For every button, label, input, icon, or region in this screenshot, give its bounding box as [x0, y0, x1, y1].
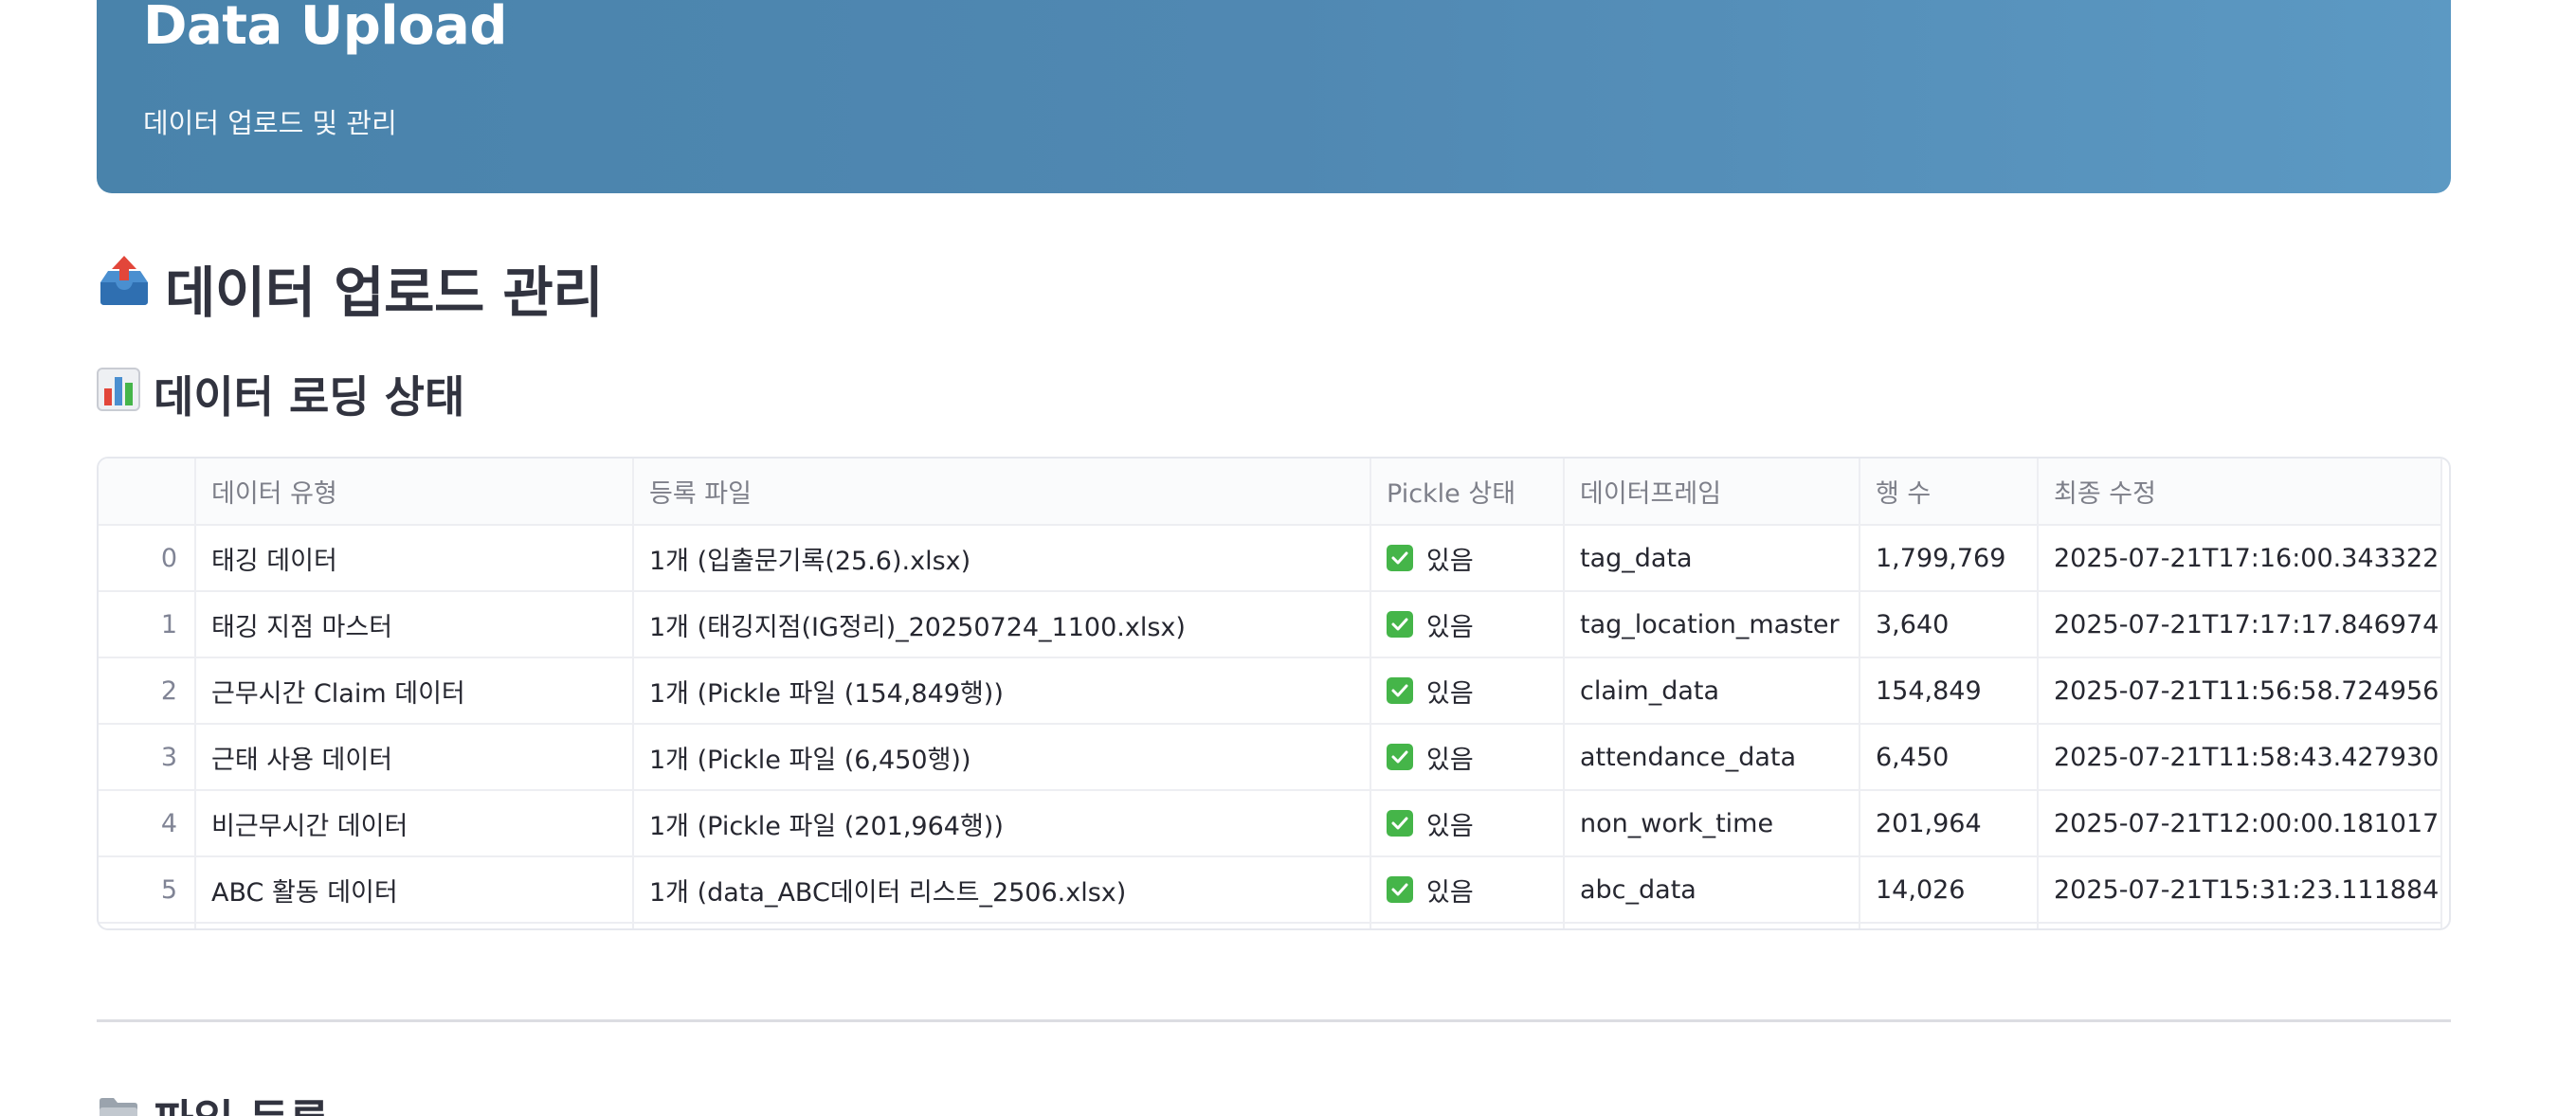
row-count-cell[interactable]: 3,640 — [1859, 591, 2039, 658]
pickle-status-label: 있음 — [1426, 877, 1474, 908]
table-row-partial — [99, 923, 2442, 928]
last-modified-cell[interactable]: 2025-07-21T11:58:43.427930 — [2038, 724, 2442, 791]
row-count-cell[interactable]: 201,964 — [1859, 790, 2039, 857]
pickle-status-label: 있음 — [1426, 612, 1474, 642]
section-divider — [97, 1019, 2451, 1022]
table-header-row: 데이터 유형 등록 파일 Pickle 상태 데이터프레임 행 수 최종 수정 — [99, 459, 2442, 526]
registered-file-cell[interactable]: 1개 (Pickle 파일 (154,849행)) — [633, 657, 1371, 725]
table-row[interactable]: 2 근무시간 Claim 데이터 1개 (Pickle 파일 (154,849행))… — [99, 657, 2442, 725]
pickle-status-badge: 있음 — [1387, 540, 1474, 577]
dataframe-name-cell[interactable]: claim_data — [1564, 657, 1860, 725]
table-row[interactable]: 4 비근무시간 데이터 1개 (Pickle 파일 (201,964행)) 있음 non… — [99, 790, 2442, 857]
row-index-cell[interactable]: 1 — [99, 591, 196, 658]
empty-cell — [195, 923, 634, 928]
last-modified-cell[interactable]: 2025-07-21T11:56:58.724956 — [2038, 657, 2442, 725]
section-heading-file-registration: 파일 등록 — [97, 1089, 329, 1116]
pickle-status-cell[interactable]: 있음 — [1370, 856, 1565, 924]
dataframe-name-cell[interactable]: tag_data — [1564, 525, 1860, 592]
check-mark-icon — [1387, 545, 1413, 571]
pickle-status-label: 있음 — [1426, 546, 1474, 576]
registered-file-cell[interactable]: 1개 (data_ABC데이터 리스트_2506.xlsx) — [633, 856, 1371, 924]
pickle-status-badge: 있음 — [1387, 673, 1474, 710]
last-modified-cell[interactable]: 2025-07-21T15:31:23.111884 — [2038, 856, 2442, 924]
column-header-dataframe[interactable]: 데이터프레임 — [1564, 459, 1860, 526]
row-count-cell[interactable]: 6,450 — [1859, 724, 2039, 791]
pickle-status-cell[interactable]: 있음 — [1370, 657, 1565, 725]
pickle-status-label: 있음 — [1426, 811, 1474, 841]
pickle-status-badge: 있음 — [1387, 872, 1474, 909]
dataframe-name-cell[interactable]: abc_data — [1564, 856, 1860, 924]
page-title: Data Upload — [143, 0, 507, 57]
column-header-row-count[interactable]: 행 수 — [1859, 459, 2039, 526]
section-title: 파일 등록 — [154, 1087, 329, 1116]
table-row[interactable]: 3 근태 사용 데이터 1개 (Pickle 파일 (6,450행)) 있음 atten… — [99, 724, 2442, 791]
last-modified-cell[interactable]: 2025-07-21T17:17:17.846974 — [2038, 591, 2442, 658]
last-modified-cell[interactable]: 2025-07-21T12:00:00.181017 — [2038, 790, 2442, 857]
pickle-status-badge: 있음 — [1387, 805, 1474, 842]
data-type-cell[interactable]: 태깅 지점 마스터 — [195, 591, 634, 658]
empty-cell — [2038, 923, 2442, 928]
empty-cell — [1859, 923, 2039, 928]
empty-cell — [1564, 923, 1860, 928]
pickle-status-badge: 있음 — [1387, 739, 1474, 776]
column-header-pickle-status[interactable]: Pickle 상태 — [1370, 459, 1565, 526]
row-count-cell[interactable]: 14,026 — [1859, 856, 2039, 924]
row-index-cell[interactable]: 5 — [99, 856, 196, 924]
pickle-status-cell[interactable]: 있음 — [1370, 724, 1565, 791]
row-count-cell[interactable]: 1,799,769 — [1859, 525, 2039, 592]
section-heading-upload-management: 데이터 업로드 관리 — [97, 254, 604, 325]
check-mark-icon — [1387, 677, 1413, 704]
registered-file-cell[interactable]: 1개 (태깅지점(IG정리)_20250724_1100.xlsx) — [633, 591, 1371, 658]
table-row[interactable]: 0 태깅 데이터 1개 (입출문기록(25.6).xlsx) 있음 tag_data 1,… — [99, 525, 2442, 592]
table-row[interactable]: 5 ABC 활동 데이터 1개 (data_ABC데이터 리스트_2506.xlsx… — [99, 856, 2442, 924]
data-type-cell[interactable]: 근무시간 Claim 데이터 — [195, 657, 634, 725]
table-row[interactable]: 1 태깅 지점 마스터 1개 (태깅지점(IG정리)_20250724_1100.x… — [99, 591, 2442, 658]
row-index-cell[interactable]: 0 — [99, 525, 196, 592]
registered-file-cell[interactable]: 1개 (Pickle 파일 (201,964행)) — [633, 790, 1371, 857]
pickle-status-cell[interactable]: 있음 — [1370, 591, 1565, 658]
section-title: 데이터 업로드 관리 — [165, 261, 604, 325]
section-heading-loading-status: 데이터 로딩 상태 — [97, 366, 464, 423]
row-index-cell[interactable]: 3 — [99, 724, 196, 791]
empty-cell — [1370, 923, 1565, 928]
pickle-status-cell[interactable]: 있음 — [1370, 525, 1565, 592]
data-type-cell[interactable]: ABC 활동 데이터 — [195, 856, 634, 924]
registered-file-cell[interactable]: 1개 (입출문기록(25.6).xlsx) — [633, 525, 1371, 592]
data-type-cell[interactable]: 비근무시간 데이터 — [195, 790, 634, 857]
page-header-banner: Data Upload 데이터 업로드 및 관리 — [97, 0, 2451, 193]
column-header-index[interactable] — [99, 459, 196, 526]
data-type-cell[interactable]: 태깅 데이터 — [195, 525, 634, 592]
row-count-cell[interactable]: 154,849 — [1859, 657, 2039, 725]
pickle-status-cell[interactable]: 있음 — [1370, 790, 1565, 857]
bar-chart-icon — [97, 367, 140, 422]
dataframe-name-cell[interactable]: tag_location_master — [1564, 591, 1860, 658]
last-modified-cell[interactable]: 2025-07-21T17:16:00.343322 — [2038, 525, 2442, 592]
check-mark-icon — [1387, 744, 1413, 770]
app-page: Data Upload 데이터 업로드 및 관리 데이터 업로드 관리 데이터 … — [0, 0, 2576, 1116]
row-index-cell[interactable]: 4 — [99, 790, 196, 857]
file-folder-icon — [97, 1091, 140, 1116]
check-mark-icon — [1387, 876, 1413, 903]
column-header-registered-file[interactable]: 등록 파일 — [633, 459, 1371, 526]
section-title: 데이터 로딩 상태 — [154, 371, 465, 423]
column-header-last-modified[interactable]: 최종 수정 — [2038, 459, 2442, 526]
check-mark-icon — [1387, 810, 1413, 837]
row-index-cell[interactable]: 2 — [99, 657, 196, 725]
dataframe-name-cell[interactable]: non_work_time — [1564, 790, 1860, 857]
pickle-status-label: 있음 — [1426, 745, 1474, 775]
outbox-tray-icon — [97, 254, 152, 322]
page-subtitle: 데이터 업로드 및 관리 — [143, 107, 397, 139]
data-status-table[interactable]: 데이터 유형 등록 파일 Pickle 상태 데이터프레임 행 수 최종 수정 … — [97, 457, 2451, 930]
pickle-status-label: 있음 — [1426, 678, 1474, 709]
data-type-cell[interactable]: 근태 사용 데이터 — [195, 724, 634, 791]
check-mark-icon — [1387, 611, 1413, 638]
dataframe-name-cell[interactable]: attendance_data — [1564, 724, 1860, 791]
registered-file-cell[interactable]: 1개 (Pickle 파일 (6,450행)) — [633, 724, 1371, 791]
empty-cell — [633, 923, 1371, 928]
column-header-data-type[interactable]: 데이터 유형 — [195, 459, 634, 526]
pickle-status-badge: 있음 — [1387, 606, 1474, 643]
empty-cell — [99, 923, 196, 928]
